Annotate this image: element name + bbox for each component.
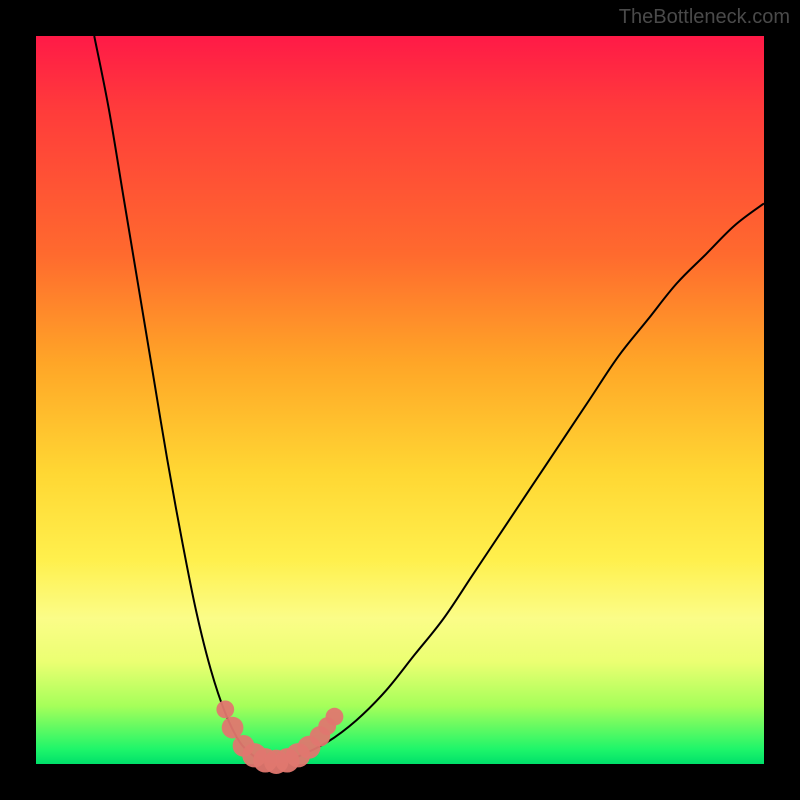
data-marker (326, 708, 344, 726)
chart-svg (36, 36, 764, 764)
watermark-text: TheBottleneck.com (619, 6, 790, 29)
curve-lines (94, 36, 764, 764)
chart-container: TheBottleneck.com (0, 0, 800, 800)
bottleneck-curve (94, 36, 764, 764)
plot-area (36, 36, 764, 764)
curve-markers (216, 701, 343, 774)
data-marker (216, 701, 234, 719)
data-marker (222, 717, 244, 739)
